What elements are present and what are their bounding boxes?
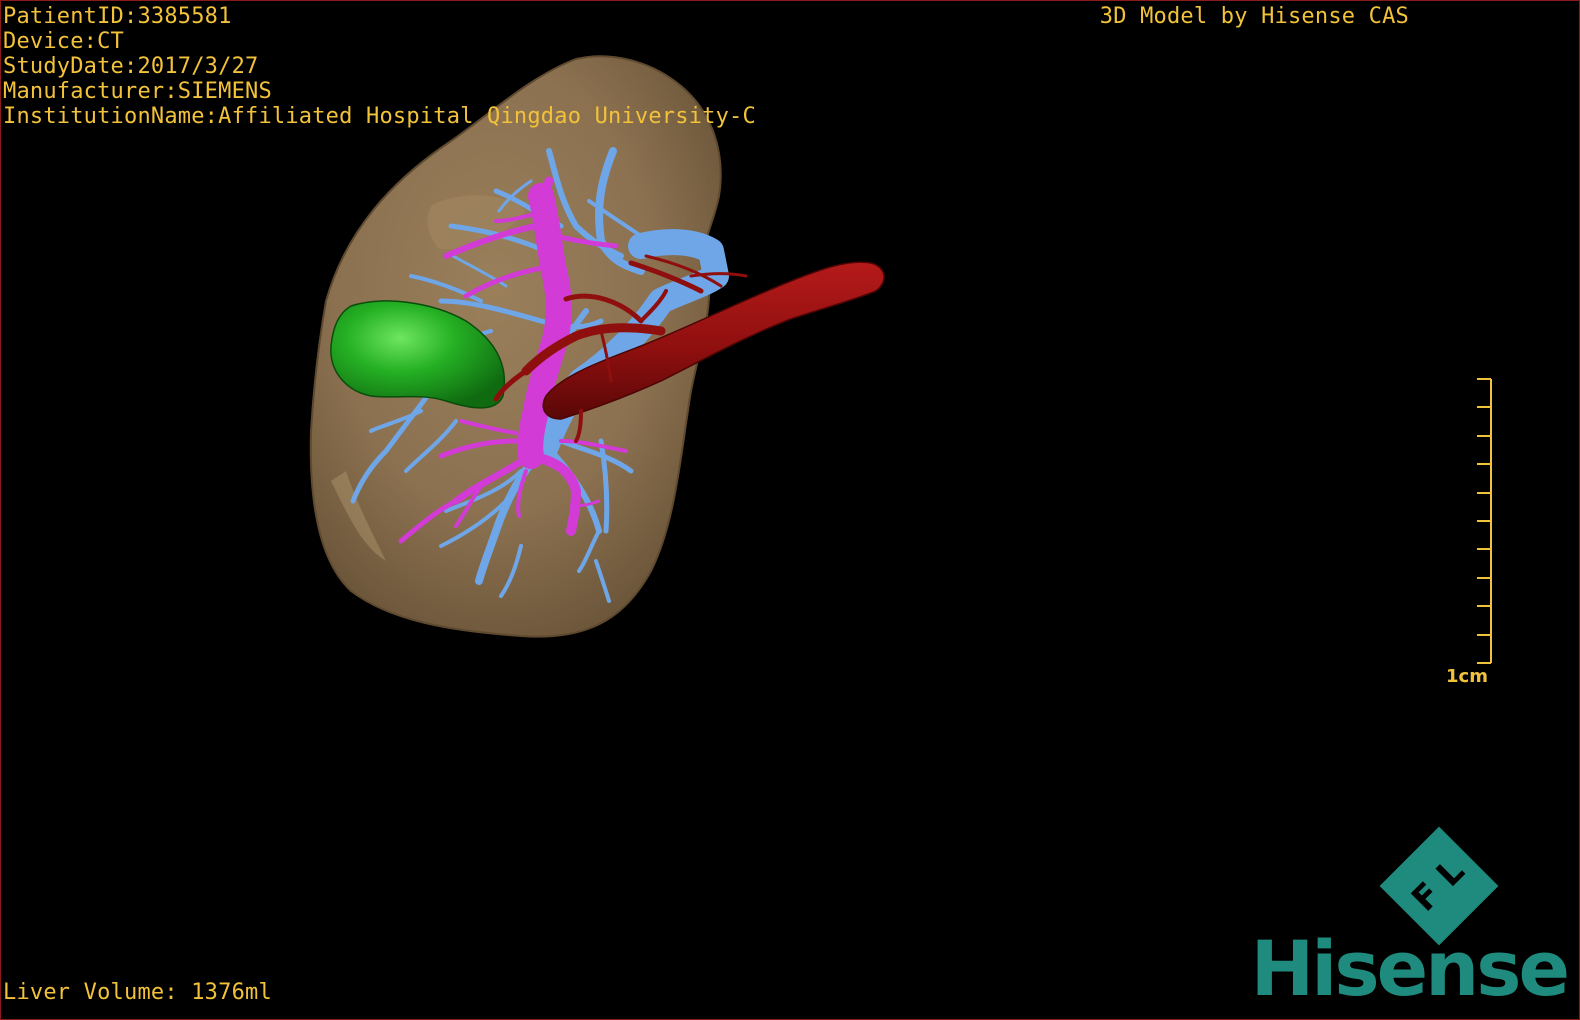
- patient-id-text: PatientID:3385581: [3, 4, 232, 29]
- hisense-wordmark: Hisense: [1250, 924, 1570, 1013]
- dicom-info-block: PatientID:3385581 Device:CT StudyDate:2017…: [3, 4, 756, 129]
- liver-volume-text: Liver Volume: 1376ml: [3, 980, 272, 1005]
- model-credit-text: 3D Model by Hisense CAS: [1099, 4, 1409, 29]
- study-date-text: StudyDate:2017/3/27: [3, 54, 259, 79]
- manufacturer-text: Manufacturer:SIEMENS: [3, 79, 272, 104]
- institution-text: InstitutionName:Affiliated Hospital Qing…: [3, 104, 756, 129]
- render-viewport[interactable]: PatientID:3385581 Device:CT StudyDate:2017…: [0, 0, 1580, 1020]
- scale-bar: [1477, 378, 1492, 664]
- device-text: Device:CT: [3, 29, 125, 54]
- scale-bar-label: 1cm: [1446, 666, 1488, 687]
